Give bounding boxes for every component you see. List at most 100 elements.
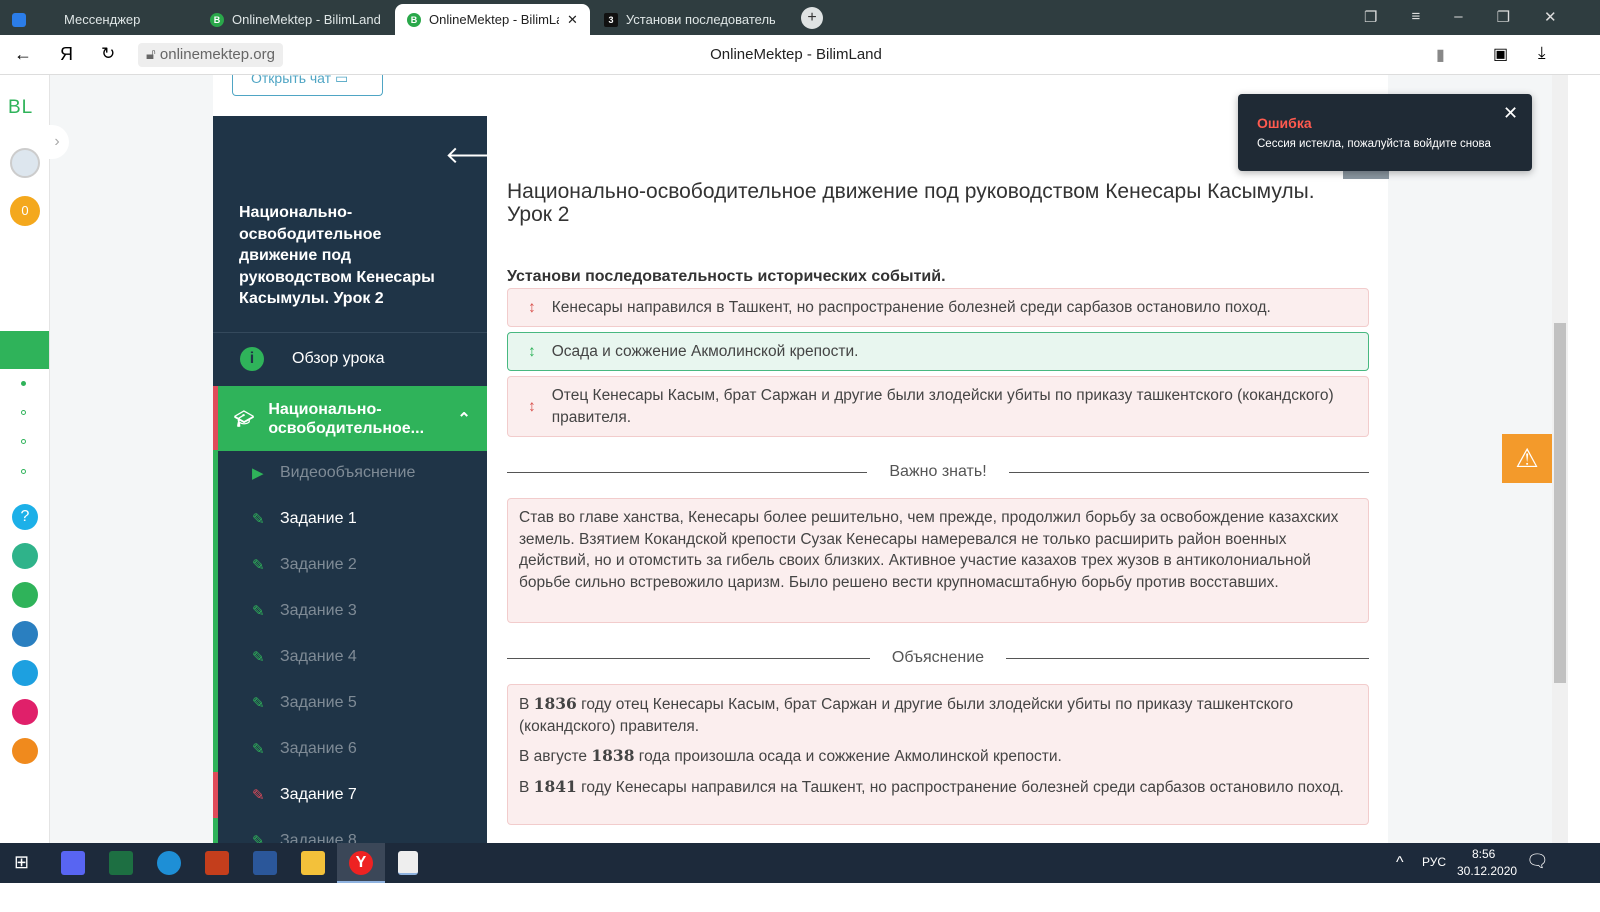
sidebar-item-overview[interactable]: i Обзор урока xyxy=(213,332,487,385)
explanation-line: В 1841 году Кенесары направился на Ташке… xyxy=(519,776,1344,796)
graduation-cap-icon: 🎓︎ xyxy=(234,410,255,428)
bilimbook-app-icon[interactable] xyxy=(12,621,38,647)
language-indicator[interactable]: РУС xyxy=(1422,855,1446,869)
explanation-line: В августе 1838 года произошла осада и со… xyxy=(519,746,1062,765)
sidebar-item-task-4[interactable]: ✎ Задание 4 xyxy=(213,634,487,680)
messenger-icon xyxy=(12,12,26,27)
menu-icon[interactable]: ≡ xyxy=(1411,8,1420,26)
scrollbar[interactable] xyxy=(1552,75,1568,843)
drag-handle-icon[interactable]: ↕ xyxy=(528,396,536,418)
bilimland-icon: B xyxy=(210,12,224,27)
file-explorer-icon[interactable] xyxy=(301,851,325,875)
site-icon: 3 xyxy=(604,12,618,27)
clock-time[interactable]: 8:56 xyxy=(1472,847,1495,861)
edit-icon: ✎ xyxy=(252,787,265,804)
yandex-browser-taskbar[interactable]: Y xyxy=(337,843,385,883)
sidebar-item-task-2[interactable]: ✎ Задание 2 xyxy=(213,542,487,588)
edit-icon: ✎ xyxy=(252,649,265,666)
open-chat-button[interactable]: Открыть чат ▭ xyxy=(232,75,383,96)
question-text: Установи последовательность исторических… xyxy=(507,268,946,285)
page-title: Национально-освободительное движение под… xyxy=(507,180,1315,226)
drag-handle-icon[interactable]: ↕ xyxy=(528,341,536,363)
edge-icon[interactable] xyxy=(157,851,181,875)
word-icon[interactable] xyxy=(253,851,277,875)
sidebar-item-task-5[interactable]: ✎ Задание 5 xyxy=(213,680,487,726)
notifications-icon[interactable]: 🗨︎ xyxy=(1526,851,1549,872)
powerpoint-icon[interactable] xyxy=(205,851,229,875)
page-title-bar: OnlineMektep - BilimLand xyxy=(710,46,882,63)
sidebar-item-task-1[interactable]: ✎ Задание 1 xyxy=(213,496,487,542)
edit-icon: ✎ xyxy=(252,695,265,712)
address-bar: ← Я ↻ 🔓︎ onlinemektep.org OnlineMektep -… xyxy=(0,35,1600,75)
sidebar-item-task-6[interactable]: ✎ Задание 6 xyxy=(213,726,487,772)
coins-badge[interactable]: 0 xyxy=(10,196,40,226)
important-box: Став во главе ханства, Кенесары более ре… xyxy=(507,498,1369,623)
scrollbar-thumb[interactable] xyxy=(1554,323,1566,683)
windows-taskbar: ⊞ Y ^ РУС 8:56 30.12.2020 🗨︎ xyxy=(0,843,1600,883)
sidebar-section-current[interactable]: 🎓︎ Национально-освободительное... ⌃ xyxy=(213,386,487,451)
explanation-box: В 1836 году отец Кенесары Касым, брат Са… xyxy=(507,684,1369,825)
extensions-icon[interactable]: ▣ xyxy=(1493,44,1508,64)
error-toast: Ошибка Сессия истекла, пожалуйста войдит… xyxy=(1238,94,1532,171)
discord-icon[interactable] xyxy=(61,851,85,875)
bilimland-app-icon[interactable] xyxy=(12,582,38,608)
url-field[interactable]: 🔓︎ onlinemektep.org xyxy=(138,43,283,67)
tab-task[interactable]: 3 Установи последовательн xyxy=(592,4,787,35)
nav-dot[interactable] xyxy=(21,439,26,444)
tab-onlinemektep-1[interactable]: B OnlineMektep - BilimLand xyxy=(198,4,393,35)
twig-app-icon[interactable] xyxy=(12,699,38,725)
help-icon[interactable]: ? xyxy=(12,504,38,530)
answer-item[interactable]: ↕ Отец Кенесары Касым, брат Саржан и друг… xyxy=(507,376,1369,437)
report-warning-button[interactable]: ⚠ xyxy=(1502,434,1552,483)
yandex-browser-icon: Y xyxy=(349,851,373,875)
minimize-icon[interactable]: – xyxy=(1454,8,1462,26)
bookmark-icon[interactable]: ▮ xyxy=(1436,45,1445,65)
important-divider: Важно знать! xyxy=(507,462,1369,482)
new-tab-button[interactable]: + xyxy=(801,7,823,29)
nav-dot[interactable] xyxy=(21,410,26,415)
edit-icon: ✎ xyxy=(252,511,265,528)
answer-item[interactable]: ↕ Кенесары направился в Ташкент, но распр… xyxy=(507,288,1369,327)
explanation-line: В 1836 году отец Кенесары Касым, брат Са… xyxy=(519,694,1294,735)
edit-icon: ✎ xyxy=(252,557,265,574)
task-app-icon[interactable] xyxy=(12,660,38,686)
windows-start-icon[interactable]: ⊞ xyxy=(14,852,29,873)
back-arrow-icon[interactable]: 🡐 xyxy=(445,140,487,170)
bilimland-icon: B xyxy=(407,12,421,27)
back-icon[interactable]: ← xyxy=(14,44,32,65)
download-icon[interactable]: ⤓ xyxy=(1538,43,1546,63)
bilimland-logo[interactable]: BL xyxy=(8,97,33,119)
nav-dot[interactable] xyxy=(21,381,26,386)
clock-date[interactable]: 30.12.2020 xyxy=(1457,864,1517,878)
app-rail: BL 0 ? xyxy=(0,75,50,843)
onlinemektep-app[interactable] xyxy=(0,331,49,369)
tab-messenger[interactable]: Мессенджер xyxy=(0,4,195,35)
avatar[interactable] xyxy=(10,148,40,178)
close-tab-icon[interactable]: ✕ xyxy=(567,12,578,28)
chat-icon: ▭ xyxy=(334,75,349,86)
yandex-icon[interactable]: Я xyxy=(60,44,73,65)
play-icon: ▶ xyxy=(252,465,264,482)
sidebar-item-video[interactable]: ▶ Видеообъяснение xyxy=(213,450,487,496)
sidebar-item-task-8[interactable]: ✎ Задание 8 xyxy=(213,818,487,843)
notepad-icon[interactable] xyxy=(398,851,418,875)
explanation-divider: Объяснение xyxy=(507,648,1369,668)
excel-icon[interactable] xyxy=(109,851,133,875)
learning-app-icon[interactable] xyxy=(12,738,38,764)
nav-dot[interactable] xyxy=(21,469,26,474)
answer-item[interactable]: ↕ Осада и сожжение Акмолинской крепости. xyxy=(507,332,1369,371)
reload-icon[interactable]: ↻ xyxy=(101,44,115,64)
sidebar-item-task-7[interactable]: ✎ Задание 7 xyxy=(213,772,487,818)
tab-onlinemektep-active[interactable]: BOnlineMektep - BilimLand✕ xyxy=(395,4,590,35)
pisa-app-icon[interactable] xyxy=(12,543,38,569)
chevron-up-icon: ⌃ xyxy=(457,410,471,428)
maximize-icon[interactable]: ❐ xyxy=(1497,8,1510,26)
edit-icon: ✎ xyxy=(252,603,265,620)
close-window-icon[interactable]: ✕ xyxy=(1544,8,1557,26)
sidebar-item-task-3[interactable]: ✎ Задание 3 xyxy=(213,588,487,634)
drag-handle-icon[interactable]: ↕ xyxy=(528,297,536,319)
close-icon[interactable]: ✕ xyxy=(1503,103,1518,124)
tray-chevron-icon[interactable]: ^ xyxy=(1396,854,1404,872)
window-controls: ❐ ≡ – ❐ ✕ xyxy=(1364,8,1557,26)
bookmarks-icon[interactable]: ❐ xyxy=(1364,8,1377,26)
